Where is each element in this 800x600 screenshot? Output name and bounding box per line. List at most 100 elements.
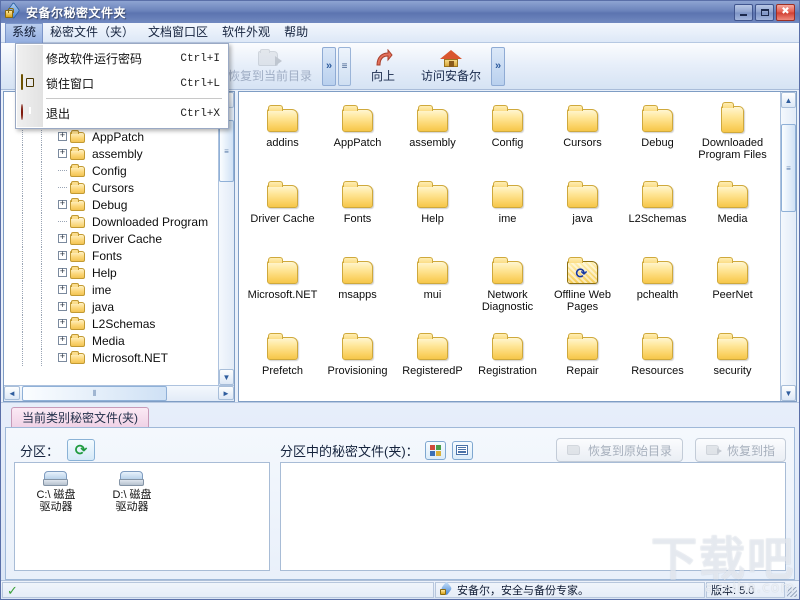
restore-to-original-button[interactable]: 恢复到原始目录 [555, 438, 683, 462]
scroll-track[interactable]: ≡ [781, 108, 796, 385]
file-item[interactable]: AppPatch [320, 100, 395, 176]
secret-files-list[interactable] [280, 462, 786, 571]
tab-current-category-secret-files[interactable]: 当前类别秘密文件(夹) [11, 407, 149, 427]
tree-expander-icon[interactable]: + [58, 251, 67, 260]
partition-header: 分区： ⟳ [14, 438, 270, 462]
tree-expander-icon[interactable]: + [58, 234, 67, 243]
tree-expander-icon[interactable]: + [58, 285, 67, 294]
tree-expander-icon[interactable]: + [58, 336, 67, 345]
close-button[interactable]: ✖ [776, 3, 795, 21]
file-item[interactable]: msapps [320, 252, 395, 328]
drive-item[interactable]: C:\ 磁盘 驱动器 [21, 471, 91, 513]
tiles-view-icon[interactable] [424, 440, 446, 460]
tree-row[interactable]: + Media [4, 332, 218, 349]
toolbar-overflow-chevron2-icon[interactable]: » [491, 46, 506, 86]
file-item[interactable]: Registration [470, 328, 545, 401]
tree-expander-icon[interactable]: + [58, 353, 67, 362]
resize-grip-icon[interactable] [785, 581, 799, 599]
file-item[interactable]: Help [395, 176, 470, 252]
scroll-down-icon[interactable]: ▼ [781, 385, 796, 401]
tree-row[interactable]: Cursors [4, 179, 218, 196]
scroll-down-icon[interactable]: ▼ [219, 369, 234, 385]
file-item[interactable]: java [545, 176, 620, 252]
hscroll-track[interactable]: ⦀ [20, 386, 218, 401]
tree-expander-icon[interactable]: + [58, 149, 67, 158]
tree-row[interactable]: + Fonts [4, 247, 218, 264]
toolbar-up-button[interactable]: 向上 [354, 46, 412, 87]
tree-row[interactable]: + Help [4, 264, 218, 281]
folder-tree[interactable]: − WINDOWS addins +AppPatch +assembly Con… [4, 92, 218, 385]
toolbar-overflow-chevron-icon[interactable]: » [322, 46, 337, 86]
file-item[interactable]: Media [695, 176, 770, 252]
file-item[interactable]: Config [470, 100, 545, 176]
file-item[interactable]: Debug [620, 100, 695, 176]
tree-expander-icon[interactable]: + [58, 302, 67, 311]
list-view-icon[interactable] [451, 440, 473, 460]
hscroll-thumb[interactable]: ⦀ [22, 386, 167, 401]
file-item[interactable]: Microsoft.NET [245, 252, 320, 328]
toolbar-grip-handle[interactable]: ≡ [338, 46, 352, 86]
scroll-thumb[interactable]: ≡ [219, 120, 234, 182]
menu-secret-files[interactable]: 秘密文件（夹） [43, 23, 141, 42]
tree-vertical-scrollbar[interactable]: ▲ ≡ ▼ [218, 92, 234, 385]
file-item[interactable]: Cursors [545, 100, 620, 176]
file-item[interactable]: RegisteredP [395, 328, 470, 401]
menu-appearance[interactable]: 软件外观 [215, 23, 277, 42]
file-item[interactable]: ⟳ Offline Web Pages [545, 252, 620, 328]
file-item[interactable]: addins [245, 100, 320, 176]
file-item[interactable]: pchealth [620, 252, 695, 328]
restore-to-specified-button[interactable]: 恢复到指 [694, 438, 786, 462]
file-item[interactable]: Driver Cache [245, 176, 320, 252]
file-item[interactable]: Fonts [320, 176, 395, 252]
menu-item-change-password[interactable]: 修改软件运行密码 Ctrl+I [16, 46, 228, 71]
tree-row[interactable]: + Driver Cache [4, 230, 218, 247]
file-item[interactable]: Downloaded Program Files [695, 100, 770, 176]
toolbar-restore-to-current-button[interactable]: 恢复到当前目录 [219, 46, 321, 87]
tree-row[interactable]: Config [4, 162, 218, 179]
menu-help[interactable]: 帮助 [277, 23, 315, 42]
system-menu-dropdown[interactable]: 修改软件运行密码 Ctrl+I 锁住窗口 Ctrl+L 退出 Ctrl+X [15, 43, 229, 129]
tree-expander-icon[interactable]: + [58, 132, 67, 141]
file-item[interactable]: L2Schemas [620, 176, 695, 252]
file-item[interactable]: PeerNet [695, 252, 770, 328]
scroll-thumb[interactable]: ≡ [781, 124, 796, 212]
tree-row[interactable]: + assembly [4, 145, 218, 162]
tree-row[interactable]: + AppPatch [4, 128, 218, 145]
tree-row[interactable]: + java [4, 298, 218, 315]
scroll-right-icon[interactable]: ► [218, 386, 234, 400]
drive-item[interactable]: D:\ 磁盘 驱动器 [97, 471, 167, 513]
file-item[interactable]: Repair [545, 328, 620, 401]
menu-system[interactable]: 系统 [5, 22, 44, 43]
file-item[interactable]: mui [395, 252, 470, 328]
partition-list[interactable]: C:\ 磁盘 驱动器 D:\ 磁盘 驱动器 [14, 462, 270, 571]
toolbar-visit-site-button[interactable]: 访问安备尔 [412, 46, 490, 87]
tree-row[interactable]: + Debug [4, 196, 218, 213]
file-item[interactable]: Resources [620, 328, 695, 401]
file-item[interactable]: Prefetch [245, 328, 320, 401]
tree-row[interactable]: + ime [4, 281, 218, 298]
scroll-left-icon[interactable]: ◄ [4, 386, 20, 400]
file-item[interactable]: ime [470, 176, 545, 252]
file-item[interactable]: assembly [395, 100, 470, 176]
file-item[interactable]: Network Diagnostic [470, 252, 545, 328]
tree-row[interactable]: Downloaded Program [4, 213, 218, 230]
file-item[interactable]: security [695, 328, 770, 401]
tree-expander-icon[interactable]: + [58, 268, 67, 277]
menu-doc-window[interactable]: 文档窗口区 [141, 23, 215, 42]
minimize-button[interactable] [734, 3, 753, 21]
tree-expander-icon[interactable]: + [58, 200, 67, 209]
filelist-vertical-scrollbar[interactable]: ▲ ≡ ▼ [780, 92, 796, 401]
tree-expander-icon[interactable]: + [58, 319, 67, 328]
scroll-track[interactable]: ≡ [219, 108, 234, 369]
scroll-up-icon[interactable]: ▲ [781, 92, 796, 108]
tree-row[interactable]: + Microsoft.NET [4, 349, 218, 366]
tree-row[interactable]: + L2Schemas [4, 315, 218, 332]
file-item[interactable]: Provisioning [320, 328, 395, 401]
tree-horizontal-scrollbar[interactable]: ◄ ⦀ ► [4, 385, 234, 401]
refresh-icon[interactable]: ⟳ [67, 439, 96, 461]
menu-item-lock-window[interactable]: 锁住窗口 Ctrl+L [16, 71, 228, 96]
menu-item-exit[interactable]: 退出 Ctrl+X [16, 101, 228, 126]
file-icon-grid[interactable]: addins AppPatch assembly Config Cursors … [239, 92, 780, 401]
folder-icon [490, 256, 526, 286]
maximize-button[interactable] [755, 3, 774, 21]
